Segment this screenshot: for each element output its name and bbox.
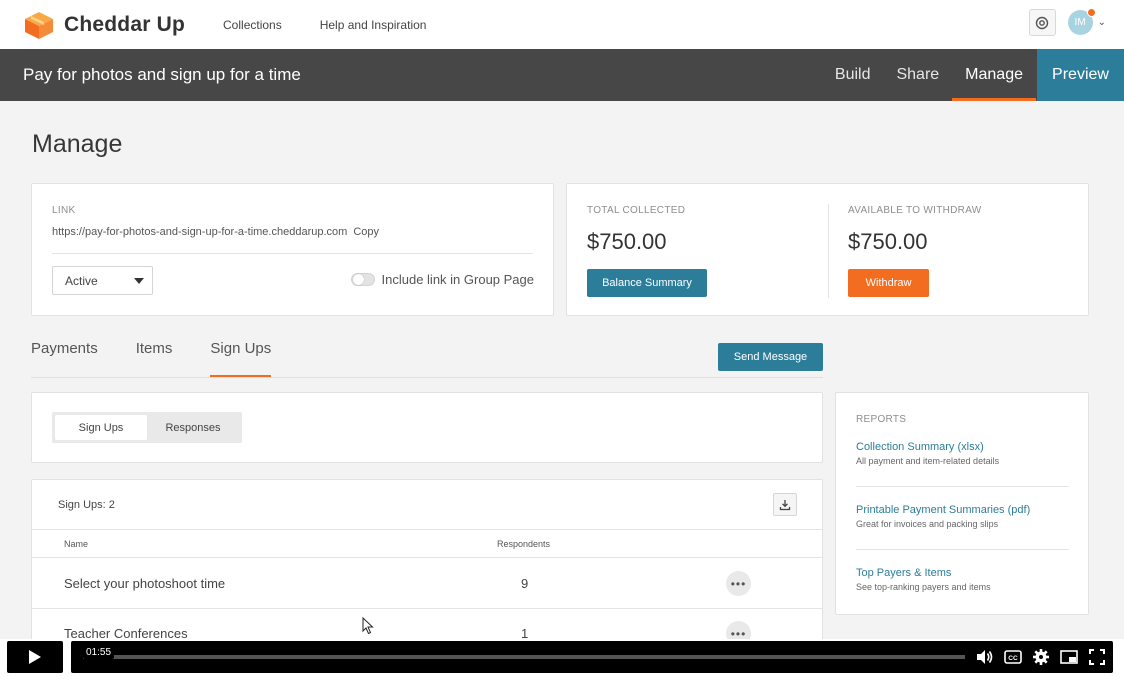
segment-responses[interactable]: Responses — [147, 415, 239, 440]
chevron-down-icon[interactable]: ⌄ — [1098, 17, 1106, 28]
collection-url-text: https://pay-for-photos-and-sign-up-for-a… — [52, 226, 348, 238]
tab-build[interactable]: Build — [822, 49, 884, 101]
play-icon — [29, 650, 41, 664]
divider — [856, 549, 1069, 550]
report-title[interactable]: Printable Payment Summaries (pdf) — [856, 504, 1030, 516]
settings-gear-icon[interactable] — [1031, 647, 1051, 667]
link-card: LINK https://pay-for-photos-and-sign-up-… — [31, 183, 554, 316]
play-button[interactable] — [7, 641, 63, 673]
available-to-withdraw-label: AVAILABLE TO WITHDRAW — [848, 205, 982, 216]
video-time: 01:55 — [83, 646, 115, 659]
divider — [828, 204, 829, 298]
group-page-toggle-label: Include link in Group Page — [381, 272, 534, 287]
download-button[interactable] — [773, 493, 797, 516]
report-top-payers[interactable]: Top Payers & Items See top-ranking payer… — [856, 567, 991, 592]
tab-share[interactable]: Share — [883, 49, 952, 101]
notification-badge — [1086, 8, 1096, 17]
status-select[interactable]: Active — [52, 266, 153, 295]
divider — [856, 486, 1069, 487]
user-avatar[interactable]: IM — [1067, 8, 1096, 35]
divider — [32, 608, 822, 609]
report-title[interactable]: Collection Summary (xlsx) — [856, 441, 999, 453]
collection-title: Pay for photos and sign up for a time — [23, 65, 301, 84]
column-header-respondents: Respondents — [497, 539, 551, 549]
manage-tabs: Payments Items Sign Ups — [31, 340, 309, 378]
sign-up-name: Select your photoshoot time — [64, 576, 226, 591]
report-printable-summaries[interactable]: Printable Payment Summaries (pdf) Great … — [856, 504, 1030, 529]
report-subtitle: Great for invoices and packing slips — [856, 519, 999, 529]
total-collected-amount: $750.00 — [587, 229, 667, 254]
page-title: Manage — [32, 130, 123, 158]
segment-sign-ups[interactable]: Sign Ups — [55, 415, 147, 440]
group-page-toggle-row: Include link in Group Page — [350, 272, 534, 287]
picture-in-picture-icon[interactable] — [1059, 647, 1079, 667]
support-button[interactable] — [1028, 9, 1056, 36]
divider — [32, 557, 822, 558]
view-toggle: Sign Ups Responses — [52, 412, 242, 443]
total-collected-label: TOTAL COLLECTED — [587, 205, 686, 216]
reports-card: REPORTS Collection Summary (xlsx) All pa… — [835, 392, 1089, 615]
nav-help-link[interactable]: Help and Inspiration — [320, 18, 427, 32]
tabs-underline — [31, 377, 823, 378]
mouse-cursor-icon — [362, 617, 374, 635]
report-subtitle: See top-ranking payers and items — [856, 582, 991, 592]
download-icon — [779, 499, 791, 510]
top-nav: Cheddar Up Collections Help and Inspirat… — [0, 0, 1124, 49]
fullscreen-icon[interactable] — [1087, 647, 1107, 667]
respondent-count: 9 — [521, 576, 529, 591]
nav-collections-link[interactable]: Collections — [223, 18, 282, 32]
collection-header: Pay for photos and sign up for a time Bu… — [0, 49, 1124, 101]
sign-ups-table: Sign Ups: 2 Name Respondents Select your… — [31, 479, 823, 649]
sign-ups-count: Sign Ups: 2 — [58, 499, 115, 511]
svg-text:CC: CC — [1008, 655, 1018, 662]
report-subtitle: All payment and item-related details — [856, 456, 1000, 466]
brand-name: Cheddar Up — [64, 12, 186, 36]
video-control-bar: 01:55 CC — [71, 641, 1113, 673]
cheddar-box-icon — [25, 11, 53, 39]
copy-link-button[interactable]: Copy — [353, 226, 379, 238]
tab-preview[interactable]: Preview — [1037, 49, 1124, 101]
balance-summary-button[interactable]: Balance Summary — [587, 269, 707, 297]
video-progress-bar[interactable]: 01:55 — [83, 646, 965, 659]
status-select-value: Active — [65, 273, 98, 288]
reports-label: REPORTS — [856, 414, 907, 425]
volume-icon[interactable] — [975, 647, 995, 667]
send-message-button[interactable]: Send Message — [718, 343, 823, 371]
tab-payments[interactable]: Payments — [31, 340, 98, 378]
video-player-controls: 01:55 CC — [0, 639, 1124, 679]
report-collection-summary[interactable]: Collection Summary (xlsx) All payment an… — [856, 441, 999, 466]
collection-url: https://pay-for-photos-and-sign-up-for-a… — [52, 226, 379, 238]
more-options-icon[interactable]: ••• — [726, 571, 751, 596]
report-title[interactable]: Top Payers & Items — [856, 567, 991, 579]
withdraw-button[interactable]: Withdraw — [848, 269, 929, 297]
logo[interactable]: Cheddar Up — [22, 10, 185, 40]
caret-down-icon — [134, 278, 144, 284]
group-page-toggle[interactable] — [350, 273, 375, 286]
divider — [32, 529, 822, 530]
divider — [52, 253, 533, 254]
funds-card: TOTAL COLLECTED $750.00 Balance Summary … — [566, 183, 1089, 316]
tab-items[interactable]: Items — [136, 340, 173, 378]
captions-icon[interactable]: CC — [1003, 647, 1023, 667]
available-amount: $750.00 — [848, 229, 928, 254]
support-icon — [1035, 16, 1049, 29]
avatar-initials: IM — [1074, 17, 1086, 28]
view-toggle-card: Sign Ups Responses — [31, 392, 823, 463]
link-label: LINK — [52, 205, 76, 216]
tab-manage[interactable]: Manage — [952, 49, 1036, 101]
column-header-name: Name — [64, 539, 89, 549]
tab-sign-ups[interactable]: Sign Ups — [210, 340, 271, 378]
